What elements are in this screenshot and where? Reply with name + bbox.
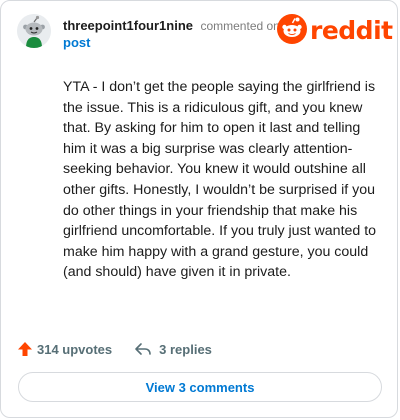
comment-header: threepoint1four1nine commented on (63, 17, 280, 35)
reply-count: 3 replies (159, 341, 212, 357)
reddit-snoo-icon (277, 13, 307, 49)
comment-card: threepoint1four1nine commented on post r… (0, 0, 398, 418)
reddit-wordmark: reddit (310, 16, 393, 45)
replies-button[interactable]: 3 replies (134, 341, 212, 357)
snoo-avatar-icon[interactable] (17, 14, 51, 48)
username[interactable]: threepoint1four1nine (63, 18, 193, 33)
upvote-arrow-icon (18, 342, 32, 356)
upvote-button[interactable]: 314 upvotes (17, 341, 112, 357)
comment-text: YTA - I don’t get the people saying the … (63, 79, 377, 281)
comment-action-text: commented on (200, 19, 280, 33)
upvote-count: 314 upvotes (37, 341, 113, 357)
comment-footer: 314 upvotes 3 replies (17, 339, 212, 359)
post-link[interactable]: post (63, 35, 90, 51)
reddit-logo[interactable]: reddit (277, 13, 393, 49)
view-comments-button[interactable]: View 3 comments (18, 372, 382, 402)
reply-arrow-icon (135, 343, 151, 355)
